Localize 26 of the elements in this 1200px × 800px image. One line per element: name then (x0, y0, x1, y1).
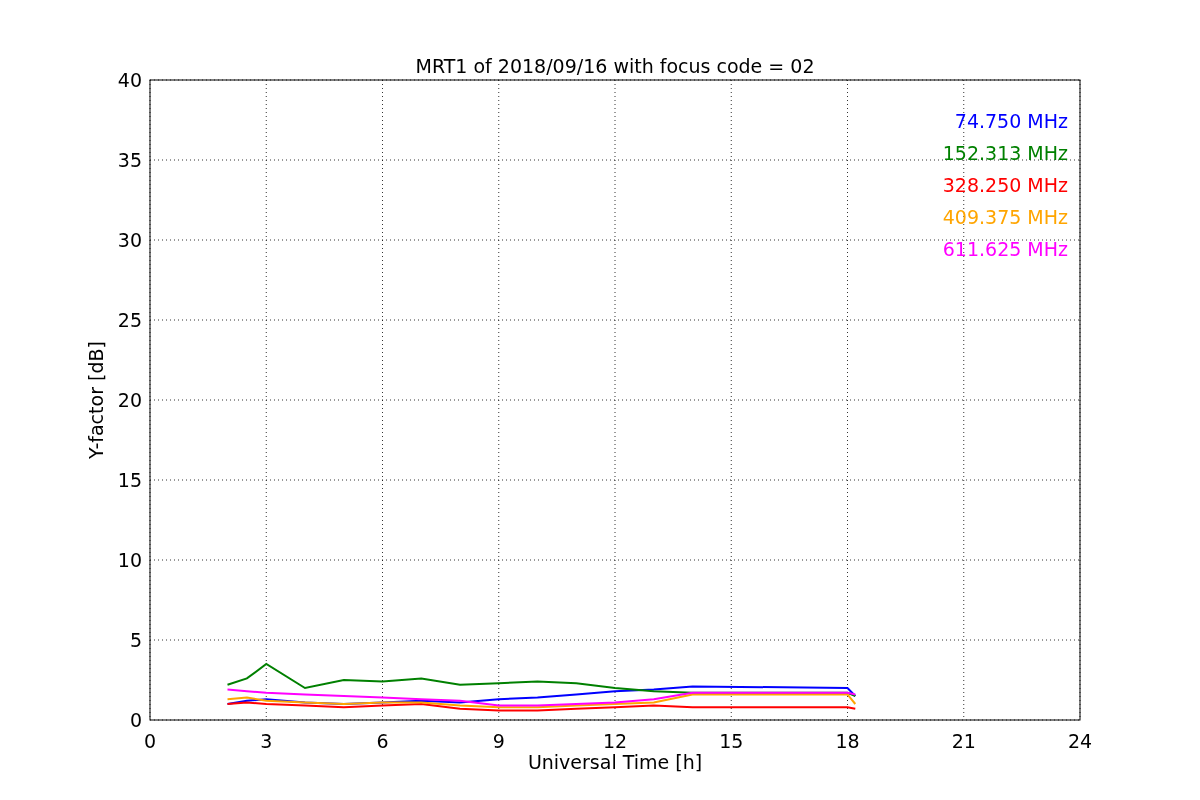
tick-label: 25 (117, 309, 142, 331)
tick-label: 15 (117, 469, 142, 491)
tick-label: 30 (117, 229, 142, 251)
tick-label: 0 (129, 709, 142, 731)
tick-label: 6 (376, 730, 389, 752)
tick-label: 10 (117, 549, 142, 571)
axis-label: Y-factor [dB] (85, 341, 107, 459)
tick-label: 3 (260, 730, 273, 752)
legend-label: 409.375 MHz (942, 206, 1068, 228)
tick-label: 12 (602, 730, 628, 752)
legend-label: 328.250 MHz (942, 174, 1068, 196)
tick-label: 21 (951, 730, 976, 752)
legend-label: 152.313 MHz (942, 142, 1068, 164)
tick-label: 24 (1067, 730, 1093, 752)
tick-label: 15 (719, 730, 744, 752)
tick-label: 5 (129, 629, 142, 651)
tick-label: 0 (143, 730, 157, 752)
tick-label: 9 (492, 730, 505, 752)
tick-label: 18 (835, 730, 860, 752)
chart-title: MRT1 of 2018/09/16 with focus code = 02 (415, 55, 815, 77)
tick-label: 20 (117, 389, 142, 411)
axis-label: Universal Time [h] (527, 751, 703, 773)
tick-label: 40 (117, 69, 142, 91)
tick-label: 35 (117, 149, 142, 171)
legend-label: 74.750 MHz (954, 110, 1068, 132)
legend-label: 611.625 MHz (942, 238, 1068, 260)
